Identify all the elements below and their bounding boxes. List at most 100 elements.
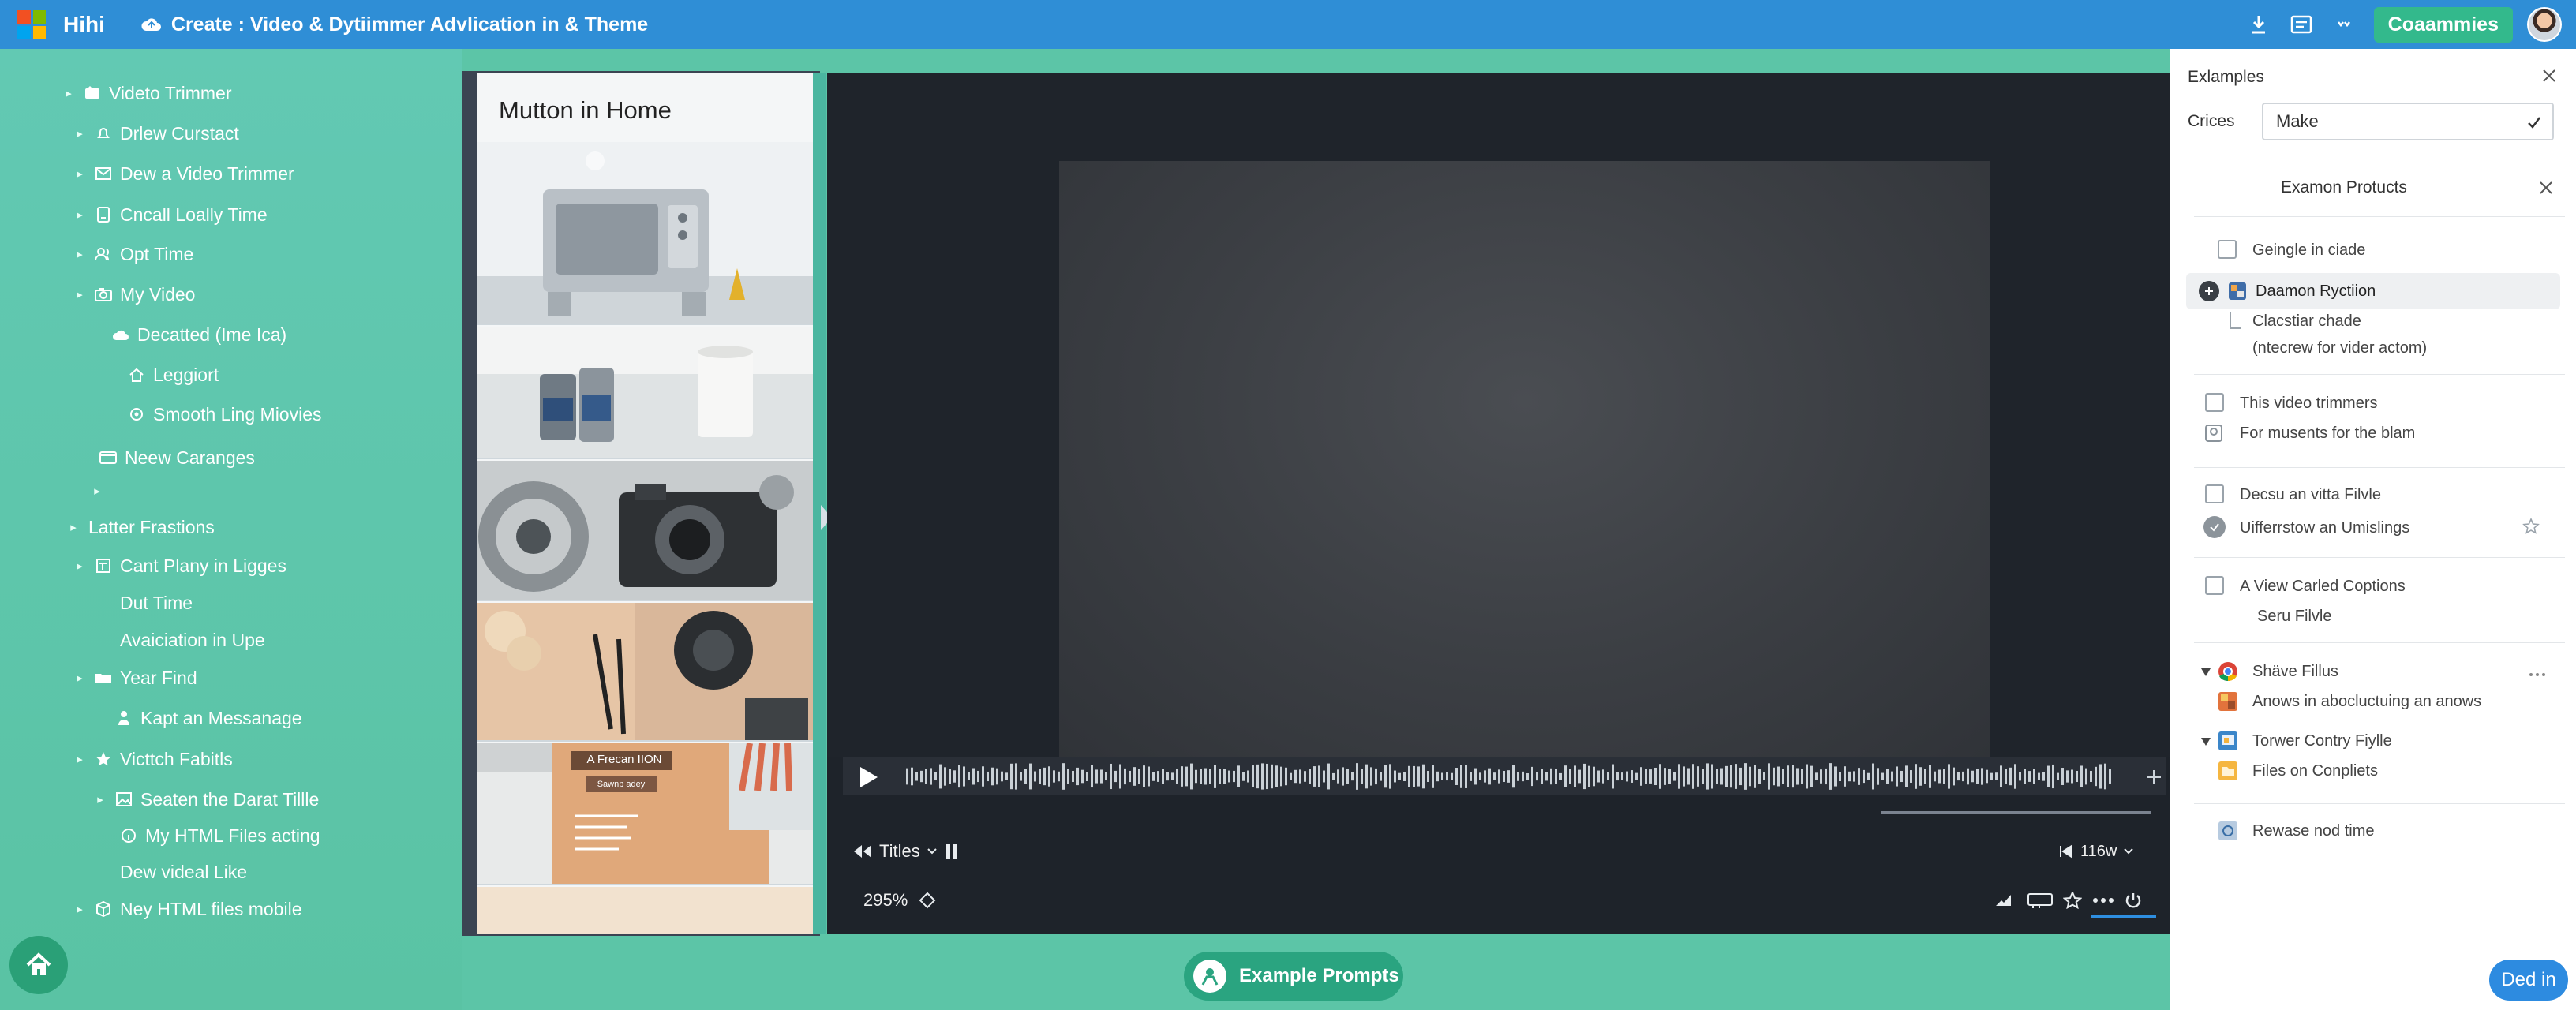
- thumbnail-cookbook[interactable]: A Frecan IION Sawnp adey: [477, 743, 813, 885]
- cta-button[interactable]: Coaammies: [2373, 6, 2513, 43]
- thumbnail-jars[interactable]: [477, 327, 813, 459]
- chevron-right-icon[interactable]: ▸: [74, 166, 85, 181]
- plus-icon[interactable]: [2199, 281, 2219, 301]
- row-label[interactable]: For musents for the blam: [2240, 425, 2415, 443]
- chevron-right-icon[interactable]: ▸: [74, 902, 85, 916]
- chevron-right-icon[interactable]: ▸: [74, 208, 85, 222]
- add-marker-icon[interactable]: [2145, 769, 2162, 786]
- play-icon[interactable]: [857, 765, 881, 789]
- sidebar-item-9[interactable]: Neew Caranges: [99, 445, 255, 470]
- sidebar-item-16[interactable]: Kapt an Messanage: [115, 705, 302, 731]
- chevron-right-icon[interactable]: ▸: [74, 752, 85, 766]
- track-label[interactable]: Titles: [879, 841, 920, 862]
- make-input[interactable]: Make: [2262, 103, 2554, 140]
- sidebar-item-6[interactable]: Decatted (Ime Ica): [112, 322, 286, 347]
- sidebar-item-3[interactable]: ▸ Cncall Loally Time: [74, 202, 267, 227]
- checkbox[interactable]: [2218, 240, 2237, 259]
- row-label[interactable]: Decsu an vitta Filvle: [2240, 486, 2381, 504]
- row-label[interactable]: Rewase nod time: [2252, 822, 2375, 840]
- more-horizontal-icon[interactable]: [2093, 897, 2114, 903]
- sidebar-item-21[interactable]: ▸ Ney HTML files mobile: [74, 896, 301, 922]
- caret-down-icon[interactable]: [2200, 668, 2211, 677]
- more-horizontal-icon[interactable]: [2529, 672, 2546, 677]
- chevron-right-icon[interactable]: ▸: [74, 126, 85, 140]
- star-icon[interactable]: [2063, 892, 2082, 909]
- close-icon[interactable]: [2538, 180, 2554, 196]
- row-label[interactable]: A View Carled Coptions: [2240, 578, 2406, 596]
- chevron-right-icon[interactable]: ▸: [74, 559, 85, 573]
- checkbox[interactable]: [2205, 576, 2224, 595]
- home-button[interactable]: [9, 936, 68, 994]
- chevron-right-icon[interactable]: ▸: [68, 520, 79, 534]
- skip-back-icon[interactable]: [2058, 844, 2074, 858]
- sidebar-item-5[interactable]: ▸ My Video: [74, 282, 195, 307]
- row-label[interactable]: Anows in abocluctuing an anows: [2252, 693, 2481, 711]
- row-label[interactable]: Files on Conpliets: [2252, 762, 2378, 780]
- timeline-bar[interactable]: [843, 758, 2166, 795]
- row-label[interactable]: This video trimmers: [2240, 395, 2377, 413]
- waveform-bar: [1631, 770, 1633, 783]
- sidebar-item-11[interactable]: ▸ Latter Frastions: [68, 514, 215, 540]
- sidebar-item-8[interactable]: Smooth Ling Miovies: [128, 402, 322, 427]
- sidebar-item-13[interactable]: Dut Time: [120, 590, 193, 615]
- example-prompts-button[interactable]: Example Prompts: [1184, 952, 1403, 1001]
- pause-icon[interactable]: [945, 844, 958, 859]
- sidebar-item-0[interactable]: ▸ Videto Trimmer: [63, 80, 231, 106]
- sidebar-item-18[interactable]: ▸ Seaten the Darat Tillle: [95, 787, 319, 812]
- sidebar-item-4[interactable]: ▸ Opt Time: [74, 241, 193, 267]
- waveform[interactable]: [906, 762, 2114, 791]
- chevron-right-icon[interactable]: ▸: [95, 792, 106, 806]
- checkbox[interactable]: [2205, 484, 2224, 503]
- power-icon[interactable]: [2125, 892, 2142, 909]
- caption-icon[interactable]: [2027, 892, 2054, 909]
- check-icon[interactable]: [2527, 116, 2541, 129]
- row-label[interactable]: Clacstiar chade: [2252, 312, 2361, 331]
- sidebar-item-10[interactable]: ▸: [92, 478, 112, 503]
- signin-button[interactable]: Ded in: [2489, 960, 2568, 1001]
- row-label[interactable]: Torwer Contry Fiylle: [2252, 732, 2392, 750]
- app-logo-icon[interactable]: [17, 10, 46, 39]
- zoom-value[interactable]: 295%: [863, 890, 908, 911]
- chevron-down-icon[interactable]: [2123, 847, 2134, 855]
- chevron-down-icon[interactable]: [927, 847, 938, 855]
- thumbnail-camera-lenses[interactable]: [477, 461, 813, 601]
- sidebar-item-17[interactable]: ▸ Victtch Fabitls: [74, 746, 233, 772]
- sidebar-item-2[interactable]: ▸ Dew a Video Trimmer: [74, 161, 294, 186]
- sidebar-item-19[interactable]: My HTML Files acting: [120, 823, 320, 848]
- waveform-bar: [1541, 769, 1543, 784]
- sidebar-item-15[interactable]: ▸ Year Find: [74, 665, 197, 690]
- progress-track[interactable]: [1881, 811, 2151, 814]
- sidebar-item-20[interactable]: Dew videal Like: [120, 859, 247, 885]
- thumbnail-card-button[interactable]: Sawnp adey: [586, 776, 657, 792]
- speed-value[interactable]: 116w: [2080, 843, 2117, 861]
- checkbox[interactable]: [2205, 393, 2224, 412]
- row-label[interactable]: Shäve Fillus: [2252, 663, 2338, 681]
- chevron-right-icon[interactable]: ▸: [63, 86, 74, 100]
- row-label[interactable]: Uifferrstow an Umislings: [2240, 519, 2409, 537]
- waveform-bar: [1867, 772, 1870, 780]
- caret-down-icon[interactable]: [2200, 737, 2211, 746]
- chevron-right-icon[interactable]: ▸: [74, 287, 85, 301]
- avatar[interactable]: [2527, 7, 2562, 42]
- chevron-right-icon[interactable]: ▸: [74, 671, 85, 685]
- sidebar-item-7[interactable]: Leggiort: [128, 362, 219, 387]
- chevron-right-icon[interactable]: ▸: [74, 247, 85, 261]
- diamond-icon[interactable]: [919, 892, 936, 909]
- sidebar-item-12[interactable]: ▸ Cant Plany in Ligges: [74, 553, 286, 578]
- video-area[interactable]: [827, 73, 2170, 761]
- app-name[interactable]: Hihi: [63, 12, 105, 37]
- sidebar-item-1[interactable]: ▸ Drlew Curstact: [74, 121, 239, 146]
- download-icon[interactable]: [2243, 9, 2275, 40]
- pin-icon[interactable]: [1994, 892, 2014, 909]
- rewind-icon[interactable]: [852, 844, 873, 859]
- sidebar-item-14[interactable]: Avaiciation in Upe: [120, 627, 265, 653]
- star-icon[interactable]: [2522, 518, 2540, 535]
- video-frame[interactable]: [1059, 161, 1990, 761]
- close-icon[interactable]: [2541, 68, 2557, 84]
- thumbnail-desk-items[interactable]: [477, 603, 813, 742]
- more-icon[interactable]: [2328, 9, 2360, 40]
- thumbnail-appliance[interactable]: [477, 142, 813, 325]
- row-label[interactable]: Geingle in ciade: [2252, 241, 2365, 260]
- chevron-right-icon[interactable]: ▸: [92, 484, 103, 498]
- list-view-icon[interactable]: [2286, 9, 2317, 40]
